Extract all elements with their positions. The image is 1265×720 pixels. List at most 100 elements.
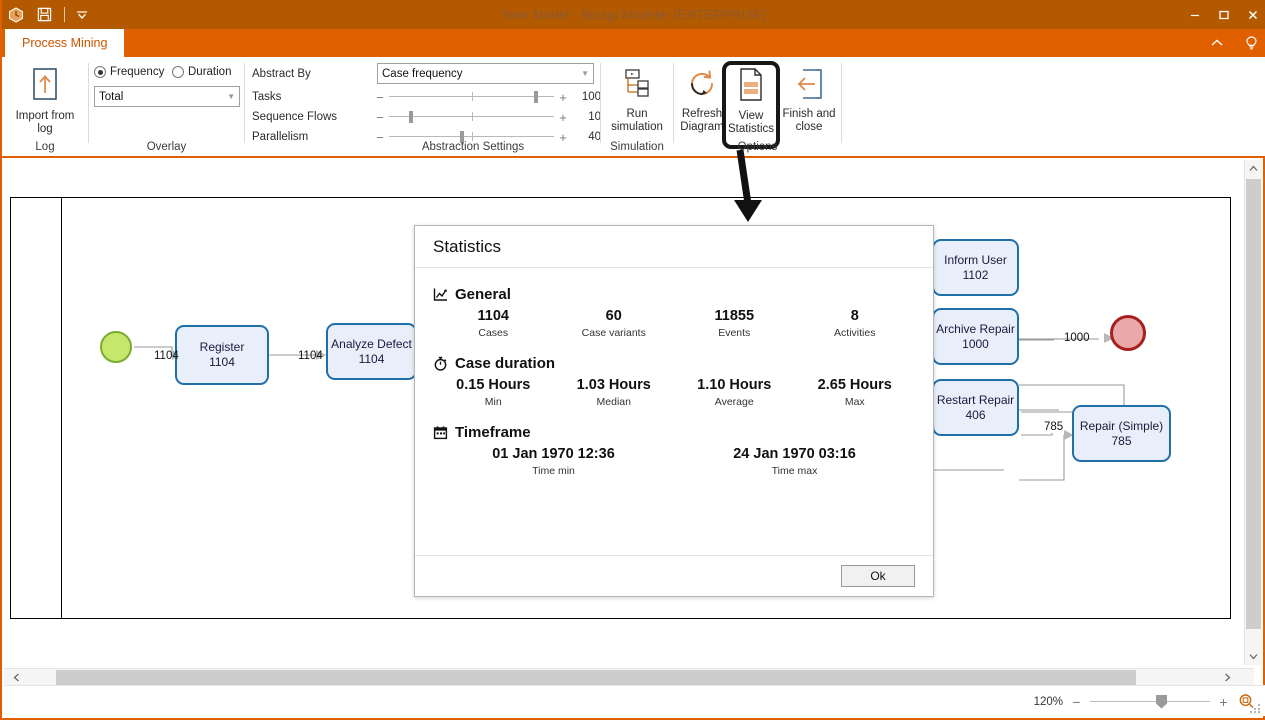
refresh-icon: [685, 67, 719, 105]
tasks-slider[interactable]: − +: [375, 90, 568, 105]
activity-inform-user[interactable]: Inform User 1102: [932, 239, 1019, 296]
activity-name: Restart Repair: [936, 392, 1015, 407]
abstract-by-value: Case frequency: [382, 67, 463, 80]
activity-name: Analyze Defect: [331, 336, 412, 351]
ribbon-tab-strip: Process Mining: [2, 29, 1265, 57]
finish-and-close-button[interactable]: Finish and close: [778, 67, 840, 134]
horizontal-scrollbar[interactable]: [4, 668, 1254, 685]
ribbon-group-label-simulation: Simulation: [610, 141, 664, 153]
ribbon-group-label-abstraction: Abstraction Settings: [421, 141, 525, 153]
metric-label: Activities: [834, 327, 876, 339]
zoom-slider-thumb[interactable]: [1156, 694, 1167, 709]
overlay-frequency-radio[interactable]: Frequency: [94, 66, 164, 78]
sequence-flows-slider-plus[interactable]: +: [558, 110, 568, 125]
metric-label: Cases: [478, 327, 509, 339]
metric-value: 1.10 Hours: [697, 377, 772, 393]
chevron-down-icon: ▼: [581, 69, 589, 78]
start-event[interactable]: [100, 331, 132, 363]
radio-duration-indicator: [172, 66, 184, 78]
activity-repair-simple[interactable]: Repair (Simple) 785: [1072, 405, 1171, 462]
tasks-slider-tick: [471, 92, 473, 101]
metric-time-max: 24 Jan 1970 03:16 Time max: [674, 445, 915, 479]
slider-label-parallelism: Parallelism: [252, 131, 309, 143]
sequence-flows-slider-tick: [471, 112, 473, 121]
sequence-flows-slider-track[interactable]: [389, 110, 554, 124]
zoom-out-button[interactable]: −: [1071, 694, 1082, 710]
metric-activities: 8 Activities: [795, 307, 916, 341]
activity-count: 406: [965, 407, 986, 422]
ok-button[interactable]: Ok: [841, 565, 915, 587]
activity-count: 785: [1111, 433, 1132, 448]
zoom-slider-line: [1090, 700, 1210, 702]
dialog-header: Statistics: [415, 226, 933, 268]
scroll-up-icon[interactable]: [1245, 160, 1262, 177]
activity-analyze-defect[interactable]: Analyze Defect 1104: [326, 323, 417, 380]
metric-value: 11855: [714, 308, 755, 324]
tab-process-mining[interactable]: Process Mining: [5, 29, 125, 57]
scroll-left-icon[interactable]: [8, 669, 25, 686]
annotation-arrow-icon: [724, 149, 784, 230]
timeframe-metrics-row: 01 Jan 1970 12:36 Time min 24 Jan 1970 0…: [433, 445, 915, 479]
section-general-header: General: [433, 286, 915, 303]
activity-name: Inform User: [944, 252, 1007, 267]
overlay-duration-radio[interactable]: Duration: [172, 66, 231, 78]
tasks-slider-plus[interactable]: +: [558, 90, 568, 105]
horizontal-scrollbar-thumb[interactable]: [56, 670, 1136, 685]
sequence-flows-slider-value: 10: [588, 111, 601, 123]
sequence-flows-slider-minus[interactable]: −: [375, 110, 385, 125]
activity-name: Register: [199, 340, 245, 354]
activity-register[interactable]: Register 1104: [175, 325, 269, 385]
close-button[interactable]: [1238, 0, 1265, 29]
scroll-down-icon[interactable]: [1245, 648, 1262, 665]
activity-count: 1104: [358, 351, 385, 366]
end-event[interactable]: [1110, 315, 1146, 351]
resize-grip-icon[interactable]: [1250, 701, 1262, 713]
stopwatch-icon: [433, 356, 448, 371]
metric-label: Time min: [532, 465, 575, 477]
sequence-flows-slider-thumb[interactable]: [408, 111, 413, 123]
run-simulation-button[interactable]: Run simulation: [603, 67, 671, 134]
refresh-diagram-label-2: Diagram: [680, 121, 724, 133]
section-timeframe-header: Timeframe: [433, 424, 915, 441]
sequence-flows-slider[interactable]: − +: [375, 110, 568, 125]
tasks-slider-track[interactable]: [389, 90, 554, 104]
vertical-scrollbar[interactable]: [1244, 160, 1261, 665]
metric-duration-min: 0.15 Hours Min: [433, 376, 554, 410]
tasks-slider-thumb[interactable]: [534, 91, 539, 103]
activity-archive-repair[interactable]: Archive Repair 1000: [932, 308, 1019, 365]
metric-label: Time max: [771, 465, 818, 477]
zoom-slider-track[interactable]: [1090, 694, 1210, 709]
title-bar: New Model - Bizagi Modeler [ENTERPRISE]: [2, 0, 1265, 29]
zoom-in-button[interactable]: +: [1218, 694, 1229, 710]
help-bulb-icon[interactable]: [1241, 29, 1261, 57]
section-general: General 1104 Cases 60 Case variants 1185…: [433, 286, 915, 341]
metric-value: 01 Jan 1970 12:36: [492, 446, 615, 462]
view-statistics-button[interactable]: View Statistics: [724, 67, 778, 136]
import-from-log-button[interactable]: Import from log: [10, 67, 80, 136]
maximize-button[interactable]: [1209, 0, 1238, 29]
vertical-scrollbar-thumb[interactable]: [1246, 179, 1261, 629]
metric-value: 1104: [477, 308, 509, 324]
statistics-document-icon: [736, 67, 766, 107]
ribbon-group-overlay: Frequency Duration Total ▼ Overlay: [89, 57, 244, 156]
ribbon-group-log: Import from log Log: [2, 57, 88, 156]
tasks-slider-minus[interactable]: −: [375, 90, 385, 105]
finish-and-close-label-1: Finish and: [782, 108, 836, 120]
scroll-right-icon[interactable]: [1219, 669, 1236, 686]
ribbon-group-abstraction: Abstract By Case frequency ▼ Tasks − + 1…: [245, 57, 601, 156]
overlay-measure-value: Total: [99, 90, 124, 103]
slider-label-sequence-flows: Sequence Flows: [252, 111, 338, 123]
section-case-duration-title: Case duration: [455, 355, 556, 372]
window-title: New Model - Bizagi Modeler [ENTERPRISE]: [502, 7, 767, 22]
abstract-by-select[interactable]: Case frequency ▼: [377, 63, 594, 84]
section-timeframe: Timeframe 01 Jan 1970 12:36 Time min 24 …: [433, 424, 915, 479]
zoom-control: 120% − +: [1029, 686, 1255, 717]
metric-value: 0.15 Hours: [456, 377, 531, 393]
minimize-button[interactable]: [1180, 0, 1209, 29]
collapse-ribbon-icon[interactable]: [1207, 29, 1227, 57]
metric-duration-max: 2.65 Hours Max: [795, 376, 916, 410]
ribbon-group-label-overlay: Overlay: [146, 141, 187, 153]
activity-restart-repair[interactable]: Restart Repair 406: [932, 379, 1019, 436]
zoom-level-label: 120%: [1033, 695, 1063, 708]
overlay-measure-select[interactable]: Total ▼: [94, 86, 240, 107]
